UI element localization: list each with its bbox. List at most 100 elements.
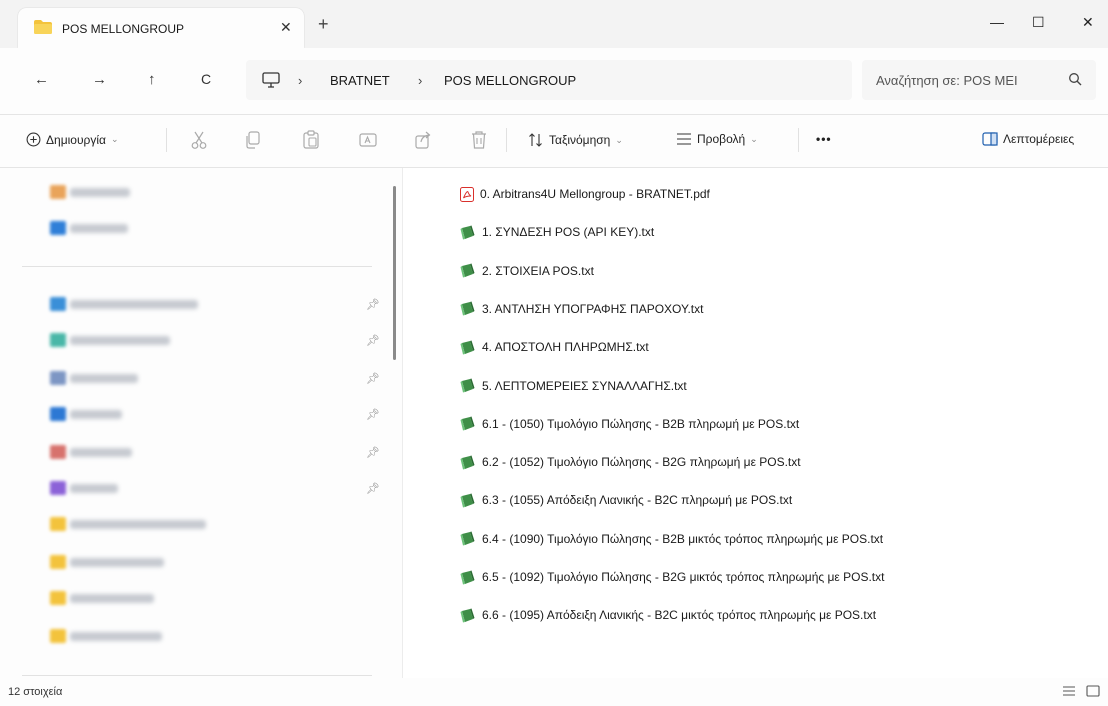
share-icon[interactable] (414, 130, 432, 153)
sort-icon (529, 133, 542, 147)
details-pane-button[interactable]: Λεπτομέρειες (982, 132, 1074, 146)
navigation-pane: 📌︎ 📌︎ 📌︎ 📌︎ 📌︎ 📌︎ (0, 168, 403, 678)
blurred-item-label (70, 448, 132, 457)
file-name: 4. ΑΠΟΣΤΟΛΗ ΠΛΗΡΩΜΗΣ.txt (482, 340, 649, 355)
breadcrumb-pos-mellongroup[interactable]: POS MELLONGROUP (444, 73, 576, 88)
command-bar: Δημιουργία ⌄ Ταξινόμηση ⌄ Προβολή ⌄ ••• … (0, 115, 1108, 168)
file-name: 6.5 - (1092) Τιμολόγιο Πώλησης - B2G μικ… (482, 570, 885, 584)
more-options-button[interactable]: ••• (816, 132, 832, 146)
file-list-item[interactable]: 3. ΑΝΤΛΗΣΗ ΥΠΟΓΡΑΦΗΣ ΠΑΡΟΧΟΥ.txt (460, 299, 703, 319)
close-window-button[interactable]: ✕ (1082, 14, 1094, 31)
cut-icon[interactable] (190, 130, 208, 153)
pin-icon: 📌︎ (366, 483, 380, 495)
blurred-folder-icon (50, 517, 66, 531)
blurred-item-label (70, 300, 198, 309)
up-button[interactable]: ↑ (148, 71, 156, 88)
this-pc-icon[interactable] (262, 72, 280, 91)
close-tab-icon[interactable]: ✕ (280, 19, 292, 36)
blurred-item-icon (50, 185, 66, 199)
file-list-item[interactable]: 2. ΣΤΟΙΧΕΙΑ POS.txt (460, 261, 594, 281)
large-icons-view-icon[interactable] (1086, 685, 1100, 700)
blurred-item-icon (50, 407, 66, 421)
blurred-item-icon (50, 333, 66, 347)
file-name: 6.6 - (1095) Απόδειξη Λιανικής - B2C μικ… (482, 608, 877, 623)
text-file-icon (460, 493, 475, 508)
new-button[interactable]: Δημιουργία ⌄ (26, 132, 118, 147)
file-name: 1. ΣΥΝΔΕΣΗ POS (API KEY).txt (482, 225, 655, 240)
text-file-icon (460, 301, 475, 316)
refresh-button[interactable]: C (201, 71, 211, 87)
file-list-item[interactable]: 6.1 - (1050) Τιμολόγιο Πώλησης - B2B πλη… (460, 414, 799, 434)
view-button[interactable]: Προβολή ⌄ (676, 132, 758, 146)
pdf-file-icon (460, 186, 474, 202)
folder-icon (34, 20, 52, 37)
chevron-down-icon: ⌄ (615, 134, 623, 145)
text-file-icon (460, 608, 475, 623)
blurred-folder-icon (50, 591, 66, 605)
text-file-icon (460, 531, 475, 546)
breadcrumb[interactable]: › BRATNET › POS MELLONGROUP (246, 60, 852, 100)
paste-icon[interactable] (302, 130, 320, 153)
rename-icon[interactable] (358, 130, 378, 153)
file-name: 6.4 - (1090) Τιμολόγιο Πώλησης - B2B μικ… (482, 531, 884, 546)
blurred-folder-icon (50, 555, 66, 569)
text-file-icon (460, 340, 475, 355)
breadcrumb-separator[interactable]: › (298, 73, 302, 88)
back-button[interactable]: ← (34, 71, 49, 88)
pin-icon: 📌︎ (366, 373, 380, 385)
new-tab-button[interactable]: + (318, 15, 329, 33)
maximize-button[interactable]: ☐ (1032, 14, 1045, 31)
blurred-item-label (70, 374, 138, 383)
file-list-item[interactable]: 1. ΣΥΝΔΕΣΗ POS (API KEY).txt (460, 222, 654, 242)
search-icon[interactable] (1068, 72, 1082, 89)
file-name: 6.2 - (1052) Τιμολόγιο Πώλησης - B2G πλη… (482, 455, 801, 470)
breadcrumb-bratnet[interactable]: BRATNET (330, 73, 390, 88)
minimize-button[interactable]: — (990, 14, 1004, 30)
search-input[interactable]: Αναζήτηση σε: POS MEI (862, 60, 1096, 100)
sort-button[interactable]: Ταξινόμηση ⌄ (528, 132, 623, 148)
view-button-label: Προβολή (697, 132, 746, 146)
text-file-icon (460, 225, 475, 240)
blurred-item-label (70, 594, 154, 603)
file-list-item[interactable]: 6.3 - (1055) Απόδειξη Λιανικής - B2C πλη… (460, 490, 792, 510)
blurred-item-label (70, 410, 122, 419)
details-view-icon[interactable] (1062, 685, 1076, 700)
address-bar: ← → ↑ C › BRATNET › POS MELLONGROUP Αναζ… (0, 48, 1108, 115)
sort-button-label: Ταξινόμηση (549, 133, 611, 147)
file-name: 3. ΑΝΤΛΗΣΗ ΥΠΟΓΡΑΦΗΣ ΠΑΡΟΧΟΥ.txt (482, 301, 704, 316)
pin-icon: 📌︎ (366, 299, 380, 311)
blurred-item-label (70, 558, 164, 567)
file-name: 6.3 - (1055) Απόδειξη Λιανικής - B2C πλη… (482, 493, 793, 508)
chevron-down-icon: ⌄ (750, 133, 758, 144)
text-file-icon (460, 378, 475, 393)
blurred-item-label (70, 520, 206, 529)
file-list-item[interactable]: 4. ΑΠΟΣΤΟΛΗ ΠΛΗΡΩΜΗΣ.txt (460, 337, 649, 357)
file-list-item[interactable]: 6.5 - (1092) Τιμολόγιο Πώλησης - B2G μικ… (460, 567, 884, 587)
blurred-item-label (70, 188, 130, 197)
blurred-folder-icon (50, 629, 66, 643)
view-icon (677, 133, 691, 145)
file-list-item[interactable]: 5. ΛΕΠΤΟΜΕΡΕΙΕΣ ΣΥΝΑΛΛΑΓΗΣ.txt (460, 376, 687, 396)
blurred-item-label (70, 224, 128, 233)
file-name: 0. Arbitrans4U Mellongroup - BRATNET.pdf (480, 187, 710, 201)
delete-icon[interactable] (470, 130, 488, 153)
plus-circle-icon (26, 132, 41, 147)
pin-icon: 📌︎ (366, 335, 380, 347)
blurred-item-icon (50, 297, 66, 311)
file-list-item[interactable]: 6.6 - (1095) Απόδειξη Λιανικής - B2C μικ… (460, 605, 876, 625)
navigation-scrollbar[interactable] (393, 186, 396, 360)
details-pane-icon (982, 132, 998, 146)
title-bar: POS MELLONGROUP ✕ + — ☐ ✕ (0, 0, 1108, 48)
file-list-item[interactable]: 0. Arbitrans4U Mellongroup - BRATNET.pdf (460, 184, 710, 204)
blurred-item-label (70, 484, 118, 493)
breadcrumb-separator[interactable]: › (418, 73, 422, 88)
window-tab[interactable]: POS MELLONGROUP ✕ (18, 8, 304, 48)
forward-button[interactable]: → (92, 71, 107, 88)
file-name: 6.1 - (1050) Τιμολόγιο Πώλησης - B2B πλη… (482, 416, 800, 431)
copy-icon[interactable] (244, 130, 262, 153)
file-list: 0. Arbitrans4U Mellongroup - BRATNET.pdf… (403, 168, 1108, 678)
chevron-down-icon: ⌄ (110, 134, 119, 144)
text-file-icon (460, 416, 475, 431)
file-list-item[interactable]: 6.2 - (1052) Τιμολόγιο Πώλησης - B2G πλη… (460, 452, 801, 472)
file-list-item[interactable]: 6.4 - (1090) Τιμολόγιο Πώλησης - B2B μικ… (460, 529, 883, 549)
